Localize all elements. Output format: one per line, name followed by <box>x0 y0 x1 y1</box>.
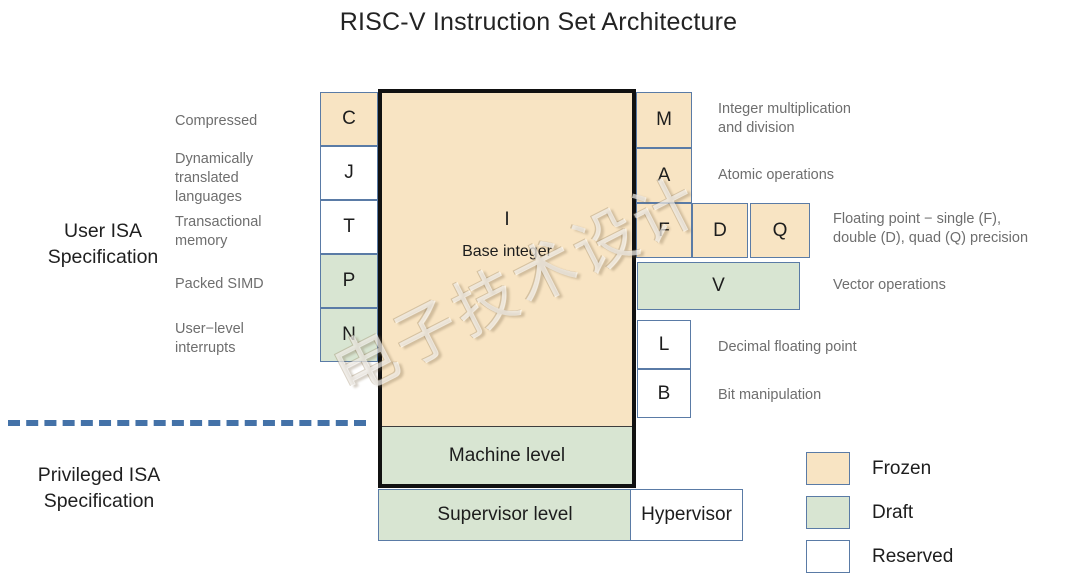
note-n-line2: interrupts <box>175 340 236 356</box>
legend-swatch-frozen <box>806 452 850 485</box>
extension-letter-j: J <box>344 162 354 183</box>
extension-letter-q: Q <box>772 219 788 241</box>
core-letter: I <box>504 209 510 230</box>
diagram-canvas: RISC-V Instruction Set Architecture 电子技术… <box>0 0 1077 576</box>
section-label-privileged-isa: Privileged ISA Specification <box>4 462 194 514</box>
extension-box-c[interactable]: C <box>320 92 378 146</box>
extension-letter-d: D <box>713 219 727 241</box>
note-compressed: Compressed <box>175 112 320 131</box>
note-compressed-line1: Compressed <box>175 113 258 129</box>
note-t-line2: memory <box>175 233 228 249</box>
extension-box-q[interactable]: Q <box>750 203 810 258</box>
note-atomic-operations: Atomic operations <box>718 166 968 185</box>
core-description: Base integer <box>462 243 552 260</box>
page-title: RISC-V Instruction Set Architecture <box>339 8 738 36</box>
extension-letter-l: L <box>658 333 670 355</box>
core-base-integer-box[interactable]: I Base integer Machine level <box>378 89 636 488</box>
legend-swatch-draft <box>806 496 850 529</box>
note-j-line3: languages <box>175 189 242 205</box>
note-a-line1: Atomic operations <box>718 167 835 183</box>
machine-level-label: Machine level <box>448 444 566 466</box>
extension-box-b[interactable]: B <box>637 369 691 418</box>
extension-box-p[interactable]: P <box>320 254 378 308</box>
note-b-line1: Bit manipulation <box>718 387 822 403</box>
hypervisor-label: Hypervisor <box>641 504 732 525</box>
legend: Frozen Draft Reserved <box>806 452 953 573</box>
note-j-line1: Dynamically <box>175 151 254 167</box>
note-l-line1: Decimal floating point <box>718 339 857 355</box>
extension-letter-c: C <box>342 108 356 129</box>
extension-letter-a: A <box>657 164 671 186</box>
core-label: I Base integer <box>382 205 632 267</box>
note-integer-multiplication: Integer multiplication and division <box>718 100 968 138</box>
note-v-line1: Vector operations <box>833 277 946 293</box>
machine-level-band[interactable]: Machine level <box>382 426 632 484</box>
hypervisor-box[interactable]: Hypervisor <box>630 489 743 541</box>
note-transactional-memory: Transactional memory <box>175 213 325 251</box>
note-floating-point: Floating point − single (F), double (D),… <box>833 210 1077 248</box>
note-dynamically-translated-languages: Dynamically translated languages <box>175 150 320 207</box>
section-label-privileged-isa-line2: Specification <box>43 490 155 512</box>
note-user-level-interrupts: User−level interrupts <box>175 320 325 358</box>
supervisor-level-label: Supervisor level <box>437 504 573 525</box>
legend-swatch-reserved <box>806 540 850 573</box>
legend-item-draft: Draft <box>806 496 953 529</box>
note-f-line1: Floating point − single (F), <box>833 211 1002 227</box>
extension-letter-m: M <box>656 109 672 130</box>
note-packed-simd: Packed SIMD <box>175 275 325 294</box>
extension-box-f[interactable]: F <box>636 203 692 258</box>
user-privileged-divider <box>8 420 366 426</box>
extension-letter-p: P <box>342 270 356 291</box>
section-label-privileged-isa-line1: Privileged ISA <box>37 464 161 486</box>
note-m-line2: and division <box>718 120 795 136</box>
extension-box-l[interactable]: L <box>637 320 691 369</box>
note-n-line1: User−level <box>175 321 244 337</box>
extension-box-n[interactable]: N <box>320 308 378 362</box>
extension-box-v[interactable]: V <box>637 262 800 310</box>
extension-box-a[interactable]: A <box>636 148 692 203</box>
extension-box-t[interactable]: T <box>320 200 378 254</box>
note-vector-operations: Vector operations <box>833 276 1077 295</box>
extension-box-d[interactable]: D <box>692 203 748 258</box>
extension-letter-f: F <box>658 219 670 241</box>
extension-box-j[interactable]: J <box>320 146 378 200</box>
legend-item-reserved: Reserved <box>806 540 953 573</box>
note-p-line1: Packed SIMD <box>175 276 264 292</box>
note-j-line2: translated <box>175 170 239 186</box>
note-f-line2: double (D), quad (Q) precision <box>833 230 1029 246</box>
legend-label-reserved: Reserved <box>872 545 954 567</box>
supervisor-level-box[interactable]: Supervisor level <box>378 489 632 541</box>
section-label-user-isa: User ISA Specification <box>8 218 198 270</box>
section-label-user-isa-line2: Specification <box>47 246 159 268</box>
section-label-user-isa-line1: User ISA <box>63 220 143 242</box>
extension-letter-b: B <box>657 382 671 404</box>
extension-box-m[interactable]: M <box>636 92 692 148</box>
legend-label-draft: Draft <box>872 501 914 523</box>
extension-letter-n: N <box>342 324 356 345</box>
extension-letter-v: V <box>712 275 725 296</box>
note-bit-manipulation: Bit manipulation <box>718 386 968 405</box>
note-decimal-floating-point: Decimal floating point <box>718 338 968 357</box>
legend-item-frozen: Frozen <box>806 452 953 485</box>
extension-letter-t: T <box>343 216 355 237</box>
note-t-line1: Transactional <box>175 214 262 230</box>
note-m-line1: Integer multiplication <box>718 101 851 117</box>
legend-label-frozen: Frozen <box>872 457 932 479</box>
